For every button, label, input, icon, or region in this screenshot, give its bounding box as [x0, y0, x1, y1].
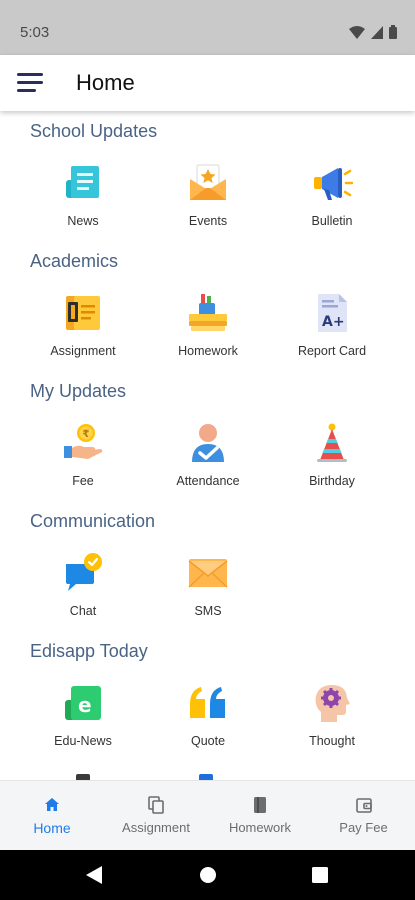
tile-label: Homework: [178, 344, 238, 358]
tile-bulletin[interactable]: Bulletin: [277, 162, 387, 232]
tile-label: SMS: [194, 604, 222, 618]
tile-label: News: [67, 214, 99, 228]
svg-text:e: e: [78, 693, 92, 717]
tile-label: Edu-News: [54, 734, 112, 748]
section-my-updates: My Updates ₹ Fee Attendance Birthday: [0, 371, 415, 501]
bottom-nav: Home Assignment Homework Pay Fee: [0, 780, 415, 850]
tile-homework[interactable]: Homework: [153, 292, 263, 362]
tile-chat[interactable]: Chat: [28, 552, 138, 622]
tile-label: Assignment: [50, 344, 116, 358]
app-bar: Home: [0, 55, 415, 111]
chat-icon: [66, 553, 102, 591]
tile-label: Bulletin: [311, 214, 353, 228]
nav-assignment[interactable]: Assignment: [104, 781, 208, 851]
signal-icon: [371, 25, 383, 39]
tile-events[interactable]: Events: [153, 162, 263, 232]
section-academics: Academics Assignment Homework A+ Report …: [0, 241, 415, 371]
sms-icon: [188, 559, 228, 588]
section-communication: Communication Chat SMS: [0, 501, 415, 631]
page-title: Home: [76, 70, 135, 95]
report-card-icon: A+: [318, 294, 347, 332]
homework-icon: [254, 797, 266, 813]
tile-label: Quote: [190, 734, 226, 748]
nav-label: Pay Fee: [339, 820, 388, 835]
tile-label: Chat: [69, 604, 97, 618]
section-title: Edisapp Today: [30, 641, 148, 661]
bulletin-icon: [314, 168, 353, 200]
tile-news[interactable]: News: [28, 162, 138, 232]
quote-icon: [190, 687, 225, 718]
battery-icon: [389, 25, 397, 39]
tile-edu-news[interactable]: e Edu-News: [28, 682, 138, 752]
section-title: School Updates: [30, 121, 158, 141]
svg-text:A+: A+: [322, 314, 345, 330]
status-time: 5:03: [20, 24, 50, 41]
section-school-updates: School Updates News Events Bulletin: [0, 111, 415, 241]
edu-news-icon: e: [65, 686, 101, 720]
assignment-icon: [148, 796, 164, 814]
assignment-icon: [66, 296, 100, 330]
fee-icon: ₹: [64, 424, 103, 459]
wallet-icon: [355, 798, 372, 813]
tile-thought[interactable]: Thought: [277, 682, 387, 752]
thought-icon: [315, 685, 350, 722]
tile-quote[interactable]: Quote: [153, 682, 263, 752]
birthday-icon: [317, 423, 347, 462]
home-circle-icon[interactable]: [199, 866, 217, 884]
tile-label: Report Card: [297, 344, 367, 358]
tile-label: Birthday: [309, 474, 355, 488]
news-icon: [66, 166, 99, 198]
nav-home[interactable]: Home: [0, 781, 104, 851]
attendance-icon: [192, 424, 224, 462]
tile-birthday[interactable]: Birthday: [277, 422, 387, 492]
section-title: Academics: [30, 251, 119, 271]
events-icon: [190, 164, 226, 200]
tile-label: Fee: [72, 474, 94, 488]
wifi-icon: [349, 25, 365, 39]
home-content[interactable]: School Updates News Events Bulletin Acad…: [0, 111, 415, 780]
back-icon[interactable]: [86, 866, 102, 884]
home-icon: [45, 798, 59, 811]
nav-label: Assignment: [122, 820, 190, 835]
status-bar: 5:03: [0, 0, 415, 55]
svg-text:₹: ₹: [83, 429, 90, 440]
tile-label: Events: [188, 214, 228, 228]
tile-assignment[interactable]: Assignment: [28, 292, 138, 362]
tile-attendance[interactable]: Attendance: [153, 422, 263, 492]
nav-homework[interactable]: Homework: [208, 781, 312, 851]
nav-label: Homework: [228, 820, 292, 835]
section-title: My Updates: [30, 381, 127, 401]
section-edisapp-today: Edisapp Today e Edu-News Quote Thought: [0, 631, 415, 761]
nav-pay-fee[interactable]: Pay Fee: [312, 781, 415, 851]
tile-report-card[interactable]: A+ Report Card: [277, 292, 387, 362]
tile-fee[interactable]: ₹ Fee: [28, 422, 138, 492]
section-title: Communication: [30, 511, 156, 531]
menu-icon[interactable]: [17, 73, 43, 93]
tile-label: Attendance: [176, 474, 240, 488]
status-icons: [349, 25, 397, 39]
recents-icon[interactable]: [312, 867, 328, 883]
system-nav-bar: [0, 850, 415, 900]
tile-sms[interactable]: SMS: [153, 552, 263, 622]
nav-label: Home: [33, 820, 71, 836]
homework-icon: [189, 294, 227, 331]
tile-label: Thought: [309, 734, 355, 748]
